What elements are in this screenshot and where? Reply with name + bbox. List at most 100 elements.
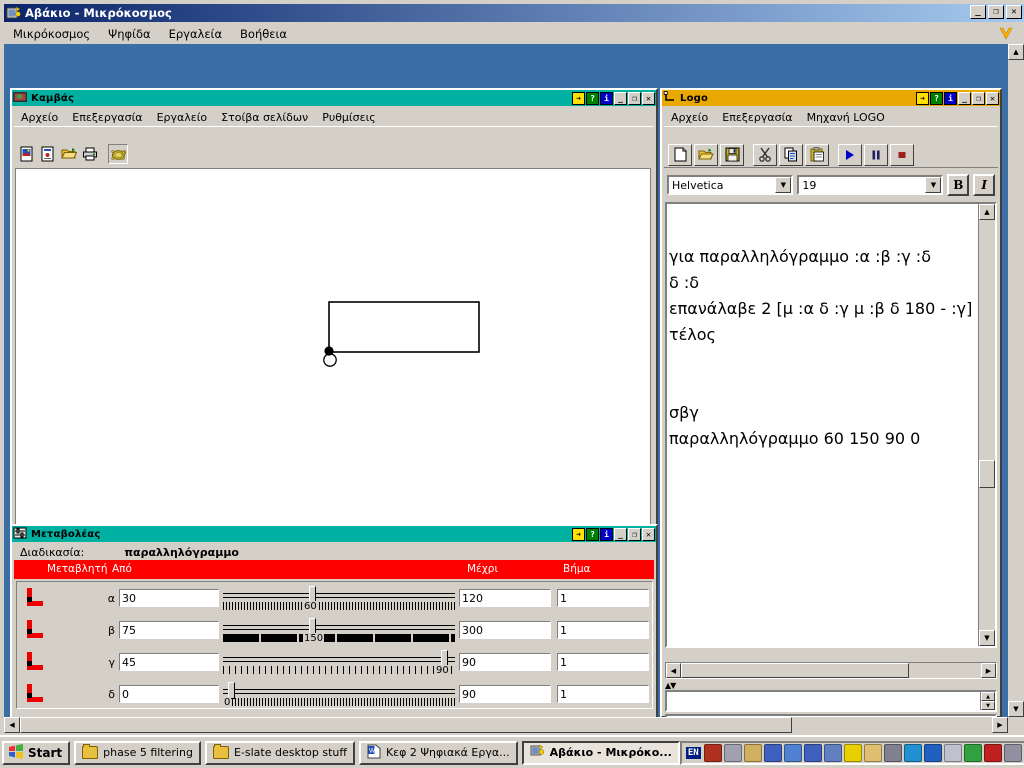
font-family-select[interactable]: Helvetica ▼ [667, 175, 794, 195]
italic-button[interactable]: I [973, 174, 996, 196]
new-document-icon[interactable] [38, 144, 58, 164]
step-input[interactable]: 1 [557, 621, 649, 639]
from-input[interactable]: 45 [119, 653, 219, 671]
maximize-button[interactable]: ❐ [988, 5, 1004, 19]
logo-menu-epexergasia[interactable]: Επεξεργασία [715, 110, 799, 125]
scroll-down-icon[interactable]: ▼ [979, 630, 995, 646]
start-button[interactable]: Start [2, 740, 71, 765]
quicktime-icon[interactable] [903, 743, 922, 762]
scroll-up-icon[interactable]: ▲ [1008, 44, 1024, 60]
scroll-down-icon[interactable]: ▼ [981, 701, 995, 710]
help-icon[interactable]: ? [586, 527, 599, 541]
chevron-down-icon[interactable]: ▼ [775, 177, 792, 193]
close-button[interactable]: ✕ [986, 91, 999, 105]
scroll-left-icon[interactable]: ◀ [666, 663, 681, 678]
antivirus-icon[interactable] [823, 743, 842, 762]
paste-icon[interactable] [805, 143, 829, 166]
minimize-button[interactable]: _ [958, 91, 971, 105]
metavoleas-titlebar[interactable]: Μεταβολέας ➜ ? i _ ❐ ✕ [12, 526, 656, 542]
from-input[interactable]: 30 [119, 589, 219, 607]
value-slider[interactable]: 0 [223, 679, 455, 709]
scroll-down-icon[interactable]: ▼ [1008, 701, 1024, 717]
maximize-button[interactable]: ❐ [628, 91, 641, 105]
scroll-thumb[interactable] [681, 663, 909, 678]
main-titlebar[interactable]: Αβάκιο - Μικρόκοσμος _ ❐ ✕ [4, 4, 1024, 22]
to-input[interactable]: 90 [459, 653, 551, 671]
za-icon[interactable] [843, 743, 862, 762]
step-input[interactable]: 1 [557, 653, 649, 671]
open-folder-icon[interactable] [59, 144, 79, 164]
scroll-thumb[interactable] [20, 717, 792, 733]
step-input[interactable]: 1 [557, 589, 649, 607]
display-icon[interactable] [1003, 743, 1022, 762]
info-icon[interactable]: i [944, 91, 957, 105]
value-slider[interactable]: 150 [223, 615, 455, 645]
canvas-menu-rythmiseis[interactable]: Ρυθμίσεις [315, 110, 383, 125]
mdi-vscrollbar[interactable]: ▲ ▼ [1008, 44, 1024, 717]
splitter-arrows-icon[interactable]: ▲▼ [665, 681, 676, 690]
paint-icon[interactable] [743, 743, 762, 762]
logo-titlebar[interactable]: Logo ➜ ? i _ ❐ ✕ [662, 90, 1000, 106]
cut-icon[interactable] [753, 143, 777, 166]
value-slider[interactable]: 90 [223, 647, 455, 677]
print-icon[interactable] [80, 144, 100, 164]
chevron-down-icon[interactable]: ▼ [925, 177, 942, 193]
minimize-button[interactable]: _ [614, 527, 627, 541]
menu-item-psifida[interactable]: Ψηφίδα [99, 25, 159, 43]
scroll-right-icon[interactable]: ▶ [981, 663, 996, 678]
canvas-menu-epexergasia[interactable]: Επεξεργασία [65, 110, 149, 125]
step-input[interactable]: 1 [557, 685, 649, 703]
help-icon[interactable]: ? [930, 91, 943, 105]
new-file-icon[interactable] [668, 143, 692, 166]
blocked-icon[interactable] [883, 743, 902, 762]
network-error-icon[interactable] [803, 743, 822, 762]
logo-output-vscrollbar[interactable]: ▲ ▼ [980, 692, 995, 710]
close-button[interactable]: ✕ [1006, 5, 1022, 19]
scroll-up-icon[interactable]: ▲ [979, 204, 995, 220]
logo-splitter[interactable]: ▲▼ [665, 680, 997, 690]
network-icon[interactable] [763, 743, 782, 762]
help-icon[interactable]: ? [586, 91, 599, 105]
pencil-icon[interactable] [723, 743, 742, 762]
hand-icon[interactable] [943, 743, 962, 762]
to-input[interactable]: 120 [459, 589, 551, 607]
taskbar-item[interactable]: E-slate desktop stuff [204, 740, 355, 765]
scroll-left-icon[interactable]: ◀ [4, 717, 20, 733]
font-size-select[interactable]: 19 ▼ [797, 175, 944, 195]
language-indicator[interactable]: EN [685, 746, 701, 759]
to-input[interactable]: 300 [459, 621, 551, 639]
mdi-hscrollbar[interactable]: ◀ ▶ [4, 717, 1008, 733]
new-page-icon[interactable] [17, 144, 37, 164]
close-button[interactable]: ✕ [642, 527, 655, 541]
target-icon[interactable] [923, 743, 942, 762]
from-input[interactable]: 0 [119, 685, 219, 703]
dragon-icon[interactable] [703, 743, 722, 762]
canvas-drawing-area[interactable] [15, 168, 651, 526]
canvas-titlebar[interactable]: Καμβάς ➜ ? i _ ❐ ✕ [12, 90, 656, 106]
logo-code-editor[interactable]: για παραλληλόγραμμο :α :β :γ :δ δ :δ επα… [665, 202, 997, 648]
scroll-up-icon[interactable]: ▲ [981, 692, 995, 701]
stop-icon[interactable] [890, 143, 914, 166]
maximize-button[interactable]: ❐ [972, 91, 985, 105]
menu-item-ergaleia[interactable]: Εργαλεία [160, 25, 231, 43]
export-icon[interactable]: ➜ [572, 91, 585, 105]
minimize-button[interactable]: _ [614, 91, 627, 105]
close-button[interactable]: ✕ [642, 91, 655, 105]
menu-item-microkosmos[interactable]: Μικρόκοσμος [4, 25, 99, 43]
logo-editor-hscrollbar[interactable]: ◀ ▶ [665, 662, 997, 679]
wireless-icon[interactable] [783, 743, 802, 762]
menu-item-voitheia[interactable]: Βοήθεια [231, 25, 296, 43]
clean-icon[interactable] [863, 743, 882, 762]
value-slider[interactable]: 60 [223, 583, 455, 613]
scroll-right-icon[interactable]: ▶ [992, 717, 1008, 733]
bold-button[interactable]: B [947, 174, 970, 196]
usb-icon[interactable] [963, 743, 982, 762]
copy-icon[interactable] [779, 143, 803, 166]
taskbar-item[interactable]: Αβάκιο - Μικρόκο... [521, 740, 680, 765]
info-icon[interactable]: i [600, 527, 613, 541]
maximize-button[interactable]: ❐ [628, 527, 641, 541]
logo-menu-mixani[interactable]: Μηχανή LOGO [800, 110, 892, 125]
taskbar-item[interactable]: W Κεφ 2 Ψηφιακά Εργα... [358, 740, 518, 765]
from-input[interactable]: 75 [119, 621, 219, 639]
open-file-icon[interactable] [694, 143, 718, 166]
